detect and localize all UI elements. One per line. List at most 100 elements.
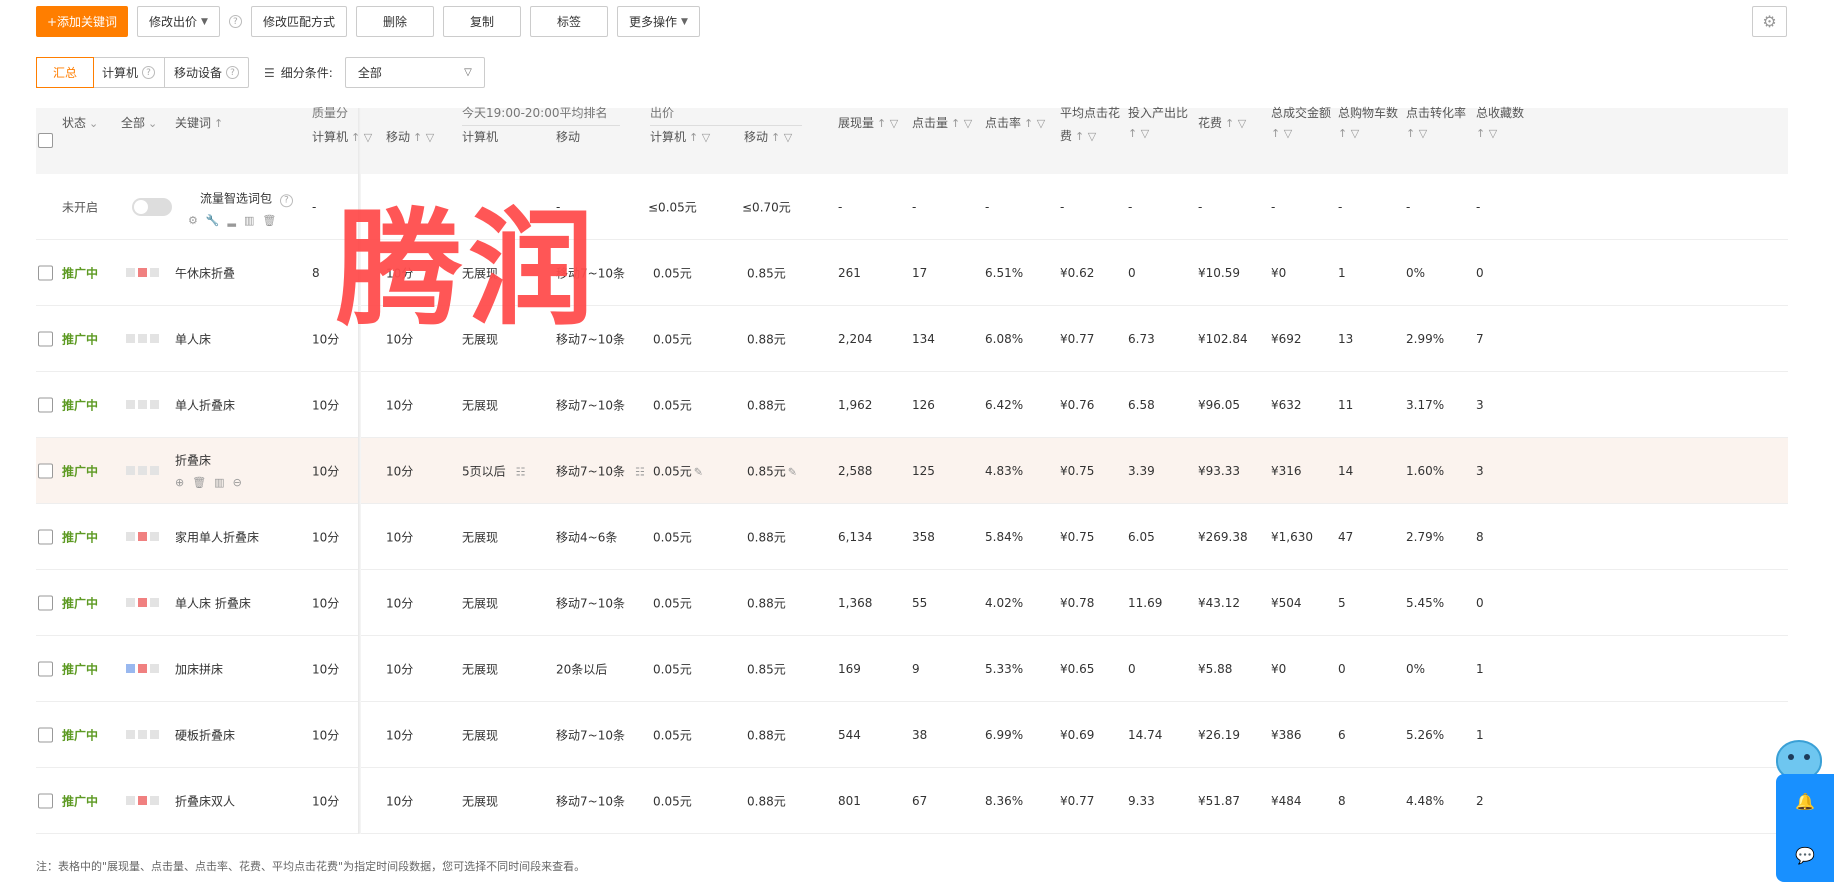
- header-quality-pc[interactable]: 计算机 ↑ ▽: [312, 128, 372, 145]
- table-row[interactable]: 推广中 午休床折叠 8 10分 无展现 移动7~10条 0.05元 0.85元 261 17 6.5…: [36, 240, 1788, 306]
- row-checkbox[interactable]: [38, 661, 53, 676]
- table-row[interactable]: 推广中 单人折叠床 10分 10分 无展现 移动7~10条 0.05元 0.88元 1,962 1…: [36, 372, 1788, 438]
- package-keyword[interactable]: 流量智选词包 ?: [200, 189, 293, 207]
- row-bid-pc[interactable]: 0.05元: [653, 792, 692, 809]
- row-bid-mobile[interactable]: 0.85元: [747, 264, 786, 281]
- row-status[interactable]: 推广中: [62, 330, 98, 347]
- row-status[interactable]: 推广中: [62, 462, 98, 479]
- row-bid-pc[interactable]: 0.05元: [653, 726, 692, 743]
- row-checkbox[interactable]: [38, 595, 53, 610]
- header-quality-mobile[interactable]: 移动 ↑ ▽: [386, 128, 434, 145]
- row-cart: 8: [1338, 794, 1346, 808]
- row-keyword[interactable]: 加床拼床: [175, 660, 223, 677]
- header-roi[interactable]: 投入产出比 ↑ ▽: [1128, 104, 1188, 140]
- row-status[interactable]: 推广中: [62, 660, 98, 677]
- table-row[interactable]: 推广中 折叠床双人 10分 10分 无展现 移动7~10条 0.05元 0.88元 801 67 8…: [36, 768, 1788, 834]
- row-status[interactable]: 推广中: [62, 792, 98, 809]
- row-quality-mobile: 10分: [386, 594, 413, 611]
- row-bid-mobile[interactable]: 0.88元: [747, 594, 786, 611]
- row-checkbox[interactable]: [38, 529, 53, 544]
- header-impressions[interactable]: 展现量 ↑ ▽: [838, 114, 898, 131]
- header-cart[interactable]: 总购物车数 ↑ ▽: [1338, 104, 1398, 140]
- row-status[interactable]: 推广中: [62, 594, 98, 611]
- table-row[interactable]: 推广中 单人床 折叠床 10分 10分 无展现 移动7~10条 0.05元 0.88元 1,36…: [36, 570, 1788, 636]
- edit-icon[interactable]: ✎: [694, 465, 703, 478]
- header-all[interactable]: 全部 ⌄: [121, 114, 157, 131]
- row-keyword[interactable]: 单人床: [175, 330, 211, 347]
- row-bid-pc[interactable]: 0.05元: [653, 660, 692, 677]
- row-keyword[interactable]: 午休床折叠: [175, 264, 235, 281]
- row-keyword[interactable]: 硬板折叠床: [175, 726, 235, 743]
- row-keyword[interactable]: 折叠床双人: [175, 792, 235, 809]
- help-icon[interactable]: ?: [142, 66, 156, 79]
- header-status[interactable]: 状态 ⌄: [62, 114, 98, 131]
- row-checkbox[interactable]: [38, 793, 53, 808]
- delete-button[interactable]: 删除: [355, 6, 434, 37]
- row-checkbox[interactable]: [38, 331, 53, 346]
- tab-computer[interactable]: 计算机?: [93, 58, 166, 87]
- modify-bid-dropdown[interactable]: 修改出价 ▼: [137, 6, 220, 37]
- row-bid-pc[interactable]: 0.05元: [653, 528, 692, 545]
- header-keyword[interactable]: 关键词 ↑: [175, 114, 223, 131]
- edit-icon[interactable]: ✎: [788, 465, 797, 478]
- header-cost[interactable]: 花费 ↑ ▽: [1198, 114, 1246, 131]
- row-bid-pc[interactable]: 0.05元 ✎: [653, 462, 703, 479]
- row-checkbox[interactable]: [38, 463, 53, 478]
- header-gmv[interactable]: 总成交金额 ↑ ▽: [1271, 104, 1331, 140]
- rank-list-icon[interactable]: ☷: [635, 465, 645, 478]
- settings-button[interactable]: ⚙: [1752, 6, 1787, 37]
- row-status[interactable]: 推广中: [62, 528, 98, 545]
- tag-button[interactable]: 标签: [529, 6, 608, 37]
- row-checkbox[interactable]: [38, 397, 53, 412]
- row-status[interactable]: 推广中: [62, 264, 98, 281]
- header-cvr[interactable]: 点击转化率 ↑ ▽: [1406, 104, 1466, 140]
- tab-summary[interactable]: 汇总: [36, 57, 94, 88]
- modify-match-button[interactable]: 修改匹配方式: [250, 6, 347, 37]
- row-bid-mobile[interactable]: 0.88元: [747, 528, 786, 545]
- row-bid-pc[interactable]: 0.05元: [653, 264, 692, 281]
- row-keyword[interactable]: 单人折叠床: [175, 396, 235, 413]
- table-row[interactable]: 推广中 折叠床 ⊕🗑▥⊖ 10分 10分 5页以后 ☷ 移动7~10条 ☷ 0.05元 ✎ 0.85元…: [36, 438, 1788, 504]
- package-action-icons[interactable]: ⚙🔧▂▥🗑: [188, 214, 284, 227]
- row-bid-mobile[interactable]: 0.88元: [747, 792, 786, 809]
- row-bid-mobile[interactable]: 0.88元: [747, 396, 786, 413]
- header-bid-pc[interactable]: 计算机 ↑ ▽: [650, 128, 710, 145]
- copy-button[interactable]: 复制: [442, 6, 521, 37]
- more-actions-dropdown[interactable]: 更多操作 ▼: [616, 6, 700, 37]
- bell-icon[interactable]: 🔔: [1795, 792, 1815, 811]
- row-bid-mobile[interactable]: 0.85元 ✎: [747, 462, 797, 479]
- row-checkbox[interactable]: [38, 265, 53, 280]
- row-bid-mobile[interactable]: 0.85元: [747, 660, 786, 677]
- row-bid-mobile[interactable]: 0.88元: [747, 726, 786, 743]
- header-ctr[interactable]: 点击率 ↑ ▽: [985, 114, 1045, 131]
- chat-icon[interactable]: 💬: [1795, 846, 1815, 865]
- select-all-checkbox[interactable]: [38, 133, 53, 148]
- filter-select[interactable]: 全部 ▽: [344, 57, 485, 88]
- row-keyword[interactable]: 单人床 折叠床: [175, 594, 251, 611]
- package-toggle[interactable]: [132, 197, 172, 216]
- table-row[interactable]: 推广中 硬板折叠床 10分 10分 无展现 移动7~10条 0.05元 0.88元 544 38 6…: [36, 702, 1788, 768]
- header-bid-mobile[interactable]: 移动 ↑ ▽: [744, 128, 792, 145]
- row-action-icons[interactable]: ⊕🗑▥⊖: [175, 476, 250, 489]
- row-bid-pc[interactable]: 0.05元: [653, 330, 692, 347]
- row-keyword[interactable]: 折叠床: [175, 452, 211, 469]
- table-row[interactable]: 推广中 加床拼床 10分 10分 无展现 20条以后 0.05元 0.85元 169 9 5.33%…: [36, 636, 1788, 702]
- row-bid-pc[interactable]: 0.05元: [653, 594, 692, 611]
- help-icon[interactable]: ?: [226, 66, 240, 79]
- rank-list-icon[interactable]: ☷: [516, 465, 526, 478]
- table-row[interactable]: 推广中 家用单人折叠床 10分 10分 无展现 移动4~6条 0.05元 0.88元 6,134…: [36, 504, 1788, 570]
- row-keyword[interactable]: 家用单人折叠床: [175, 528, 259, 545]
- header-clicks[interactable]: 点击量 ↑ ▽: [912, 114, 972, 131]
- row-bid-pc[interactable]: 0.05元: [653, 396, 692, 413]
- add-keyword-button[interactable]: +添加关键词: [36, 6, 128, 37]
- row-status[interactable]: 推广中: [62, 396, 98, 413]
- help-icon[interactable]: ?: [279, 193, 293, 207]
- row-bid-mobile[interactable]: 0.88元: [747, 330, 786, 347]
- table-row[interactable]: 推广中 单人床 10分 10分 无展现 移动7~10条 0.05元 0.88元 2,204 134…: [36, 306, 1788, 372]
- header-fav[interactable]: 总收藏数 ↑ ▽: [1476, 104, 1524, 140]
- header-avg-cpc[interactable]: 平均点击花 费 ↑ ▽: [1060, 104, 1120, 144]
- help-icon[interactable]: ?: [228, 15, 242, 28]
- tab-mobile[interactable]: 移动设备?: [165, 58, 248, 87]
- row-checkbox[interactable]: [38, 727, 53, 742]
- row-status[interactable]: 推广中: [62, 726, 98, 743]
